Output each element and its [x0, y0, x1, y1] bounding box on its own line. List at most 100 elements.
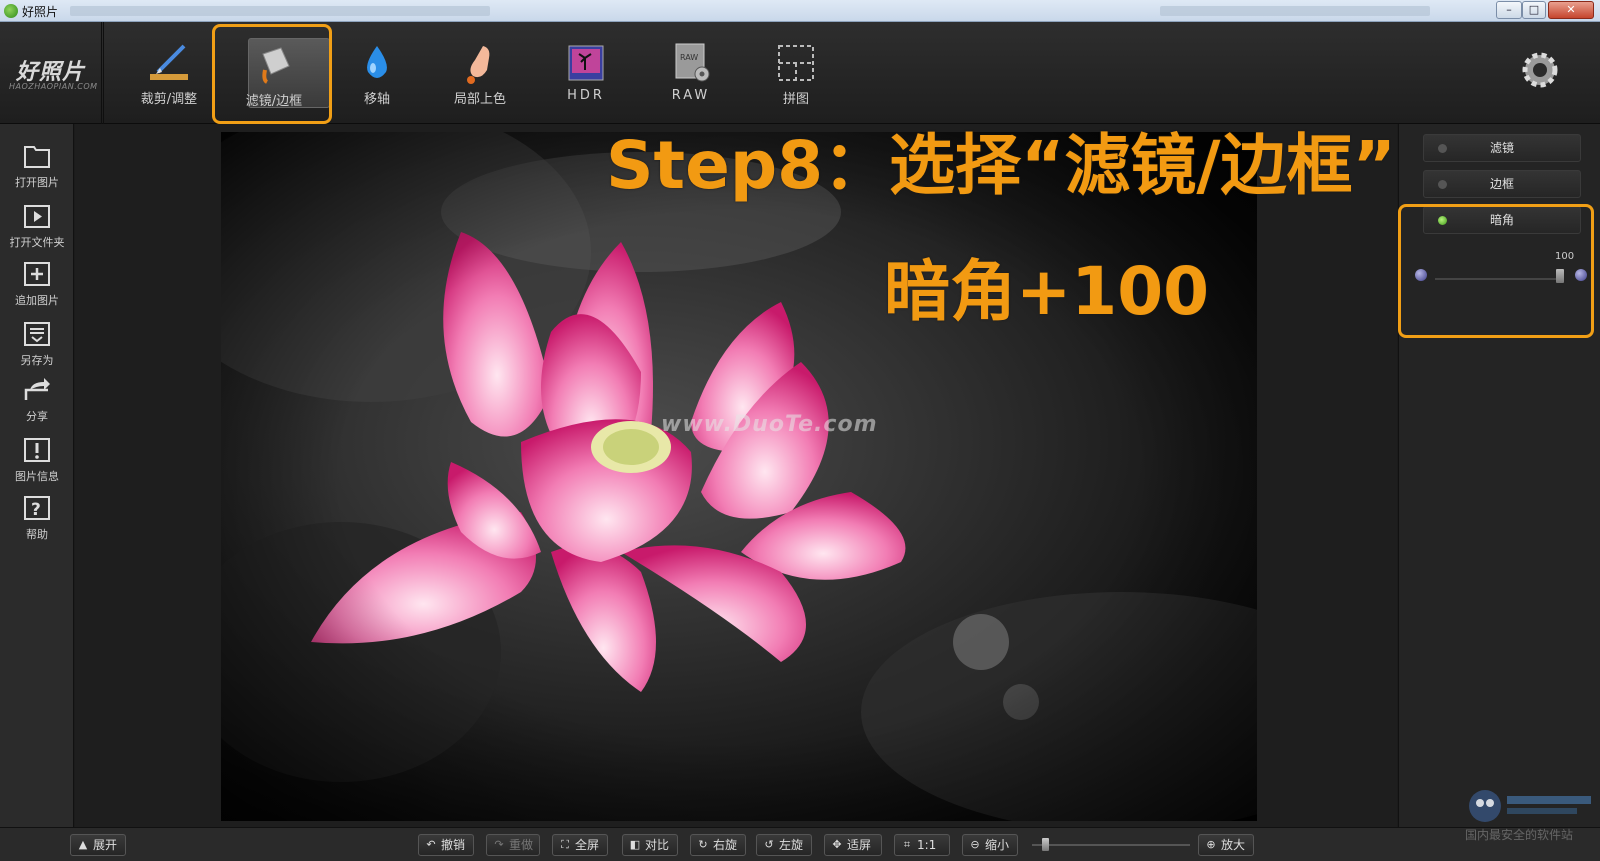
rotate-left-button[interactable]: ↺ 左旋 [756, 834, 812, 856]
tool-label: RAW [671, 88, 711, 103]
fit-screen-label: 适屏 [847, 838, 872, 852]
help-icon: ? [24, 496, 50, 520]
tool-local-color[interactable]: 局部上色 [432, 22, 528, 124]
sidebar-item-label: 图片信息 [15, 470, 59, 483]
svg-text:RAW: RAW [680, 53, 698, 62]
redo-icon: ↷ [494, 838, 504, 851]
tool-crop-adjust[interactable]: 裁剪/调整 [121, 22, 217, 124]
undo-icon: ↶ [426, 838, 436, 851]
sidebar-item-save-as[interactable]: 另存为 [0, 314, 74, 370]
filter-button[interactable]: 滤镜 [1423, 134, 1581, 162]
sidebar-item-add-image[interactable]: 追加图片 [0, 254, 74, 310]
tool-label: 局部上色 [453, 92, 506, 107]
zoom-out-button[interactable]: ⊖ 缩小 [962, 834, 1018, 856]
fit-screen-icon: ✥ [832, 838, 842, 851]
tool-label: 移轴 [363, 92, 390, 107]
undo-button[interactable]: ↶ 撤销 [418, 834, 474, 856]
raw-file-icon: RAW [675, 43, 710, 82]
step-annotation-line1: Step8：选择“滤镜/边框”， [606, 127, 1462, 204]
logo: 好照片 HAOZHAOPIAN.COM [0, 22, 104, 124]
sidebar-item-label: 分享 [26, 410, 48, 423]
fullscreen-label: 全屏 [575, 838, 600, 852]
border-button-label: 边框 [1489, 177, 1514, 191]
add-image-icon [24, 262, 50, 286]
filter-button-label: 滤镜 [1489, 141, 1514, 155]
blurred-menu-text [1160, 6, 1430, 16]
triangle-up-icon: ▲ [78, 838, 88, 851]
actual-size-label: 1:1 [917, 838, 937, 852]
expand-button[interactable]: ▲ 展开 [70, 834, 126, 856]
photo-canvas[interactable]: www.DuoTe.com [221, 132, 1257, 821]
sidebar-item-help[interactable]: ? 帮助 [0, 488, 74, 544]
rotate-left-icon: ↺ [764, 838, 774, 851]
step-annotation-line2: 暗角+100 [884, 253, 1210, 330]
maximize-button[interactable]: □ [1522, 1, 1546, 19]
redo-button[interactable]: ↷ 重做 [486, 834, 540, 856]
compare-label: 对比 [645, 838, 670, 852]
window-title: 好照片 [22, 5, 59, 19]
svg-text:?: ? [31, 500, 41, 520]
tool-highlight-box [212, 24, 332, 124]
close-button[interactable]: ✕ [1548, 1, 1594, 19]
border-button[interactable]: 边框 [1423, 170, 1581, 198]
rotate-right-label: 右旋 [713, 838, 738, 852]
folder-icon [24, 146, 50, 168]
fullscreen-icon: ⛶ [561, 838, 569, 851]
zoom-out-icon: ⊖ [970, 838, 980, 851]
sidebar-item-image-info[interactable]: 图片信息 [0, 430, 74, 486]
left-sidebar: 打开图片 打开文件夹 追加图片 另存为 分享 图片信息 ? 帮助 [0, 124, 74, 827]
fit-screen-button[interactable]: ✥ 适屏 [824, 834, 882, 856]
actual-size-button[interactable]: ⌗ 1:1 [894, 834, 950, 856]
sidebar-item-label: 追加图片 [15, 294, 59, 307]
app-icon [4, 4, 18, 18]
bottom-bar: ▲ 展开 ↶ 撤销 ↷ 重做 ⛶ 全屏 ◧ 对比 ↻ 右旋 ↺ 左旋 ✥ 适屏 … [0, 827, 1600, 861]
tool-label: 裁剪/调整 [140, 92, 198, 107]
undo-label: 撤销 [441, 838, 466, 852]
rotate-left-label: 左旋 [779, 838, 804, 852]
redo-label: 重做 [509, 838, 534, 852]
sidebar-item-open-folder[interactable]: 打开文件夹 [0, 196, 74, 252]
blurred-title-text [70, 6, 490, 16]
tool-raw[interactable]: RAW RAW [643, 22, 739, 124]
logo-subtext: HAOZHAOPIAN.COM [9, 82, 98, 91]
status-dot [1438, 144, 1447, 153]
zoom-in-button[interactable]: ⊕ 放大 [1198, 834, 1254, 856]
play-folder-icon [24, 205, 50, 228]
gear-icon[interactable] [1518, 48, 1562, 92]
site-logo [1469, 790, 1591, 822]
minimize-button[interactable]: – [1496, 1, 1522, 19]
vignette-highlight-box [1398, 204, 1594, 338]
sidebar-item-share[interactable]: 分享 [0, 370, 74, 426]
sidebar-item-label: 帮助 [26, 528, 48, 541]
crop-ruler-icon [150, 44, 188, 80]
zoom-out-label: 缩小 [985, 838, 1010, 852]
tool-label: 拼图 [782, 92, 809, 107]
zoom-in-label: 放大 [1221, 838, 1246, 852]
site-badge-text: 国内最安全的软件站 [1465, 828, 1574, 842]
compare-button[interactable]: ◧ 对比 [622, 834, 678, 856]
watermark-text: www.DuoTe.com [661, 412, 878, 437]
tool-label: HDR [567, 88, 605, 103]
water-drop-icon [367, 46, 387, 78]
expand-label: 展开 [93, 838, 118, 852]
rotate-right-icon: ↻ [698, 838, 708, 851]
share-icon [24, 378, 50, 400]
tool-tilt-shift[interactable]: 移轴 [329, 22, 425, 124]
collage-icon [778, 45, 814, 81]
save-as-icon [24, 322, 50, 346]
compare-icon: ◧ [629, 838, 641, 851]
lotus-photo [221, 132, 1257, 821]
tool-collage[interactable]: 拼图 [748, 22, 844, 124]
zoom-slider-track[interactable] [1032, 844, 1190, 846]
sidebar-item-label: 打开文件夹 [9, 236, 65, 249]
sidebar-item-open-image[interactable]: 打开图片 [0, 136, 74, 192]
info-icon [24, 438, 50, 462]
zoom-slider-thumb[interactable] [1042, 838, 1049, 851]
fullscreen-button[interactable]: ⛶ 全屏 [552, 834, 608, 856]
hdr-landscape-icon [568, 45, 604, 81]
zoom-in-icon: ⊕ [1206, 838, 1216, 851]
status-dot [1438, 180, 1447, 189]
rotate-right-button[interactable]: ↻ 右旋 [690, 834, 746, 856]
finger-paint-icon [467, 46, 490, 84]
tool-hdr[interactable]: HDR [538, 22, 634, 124]
